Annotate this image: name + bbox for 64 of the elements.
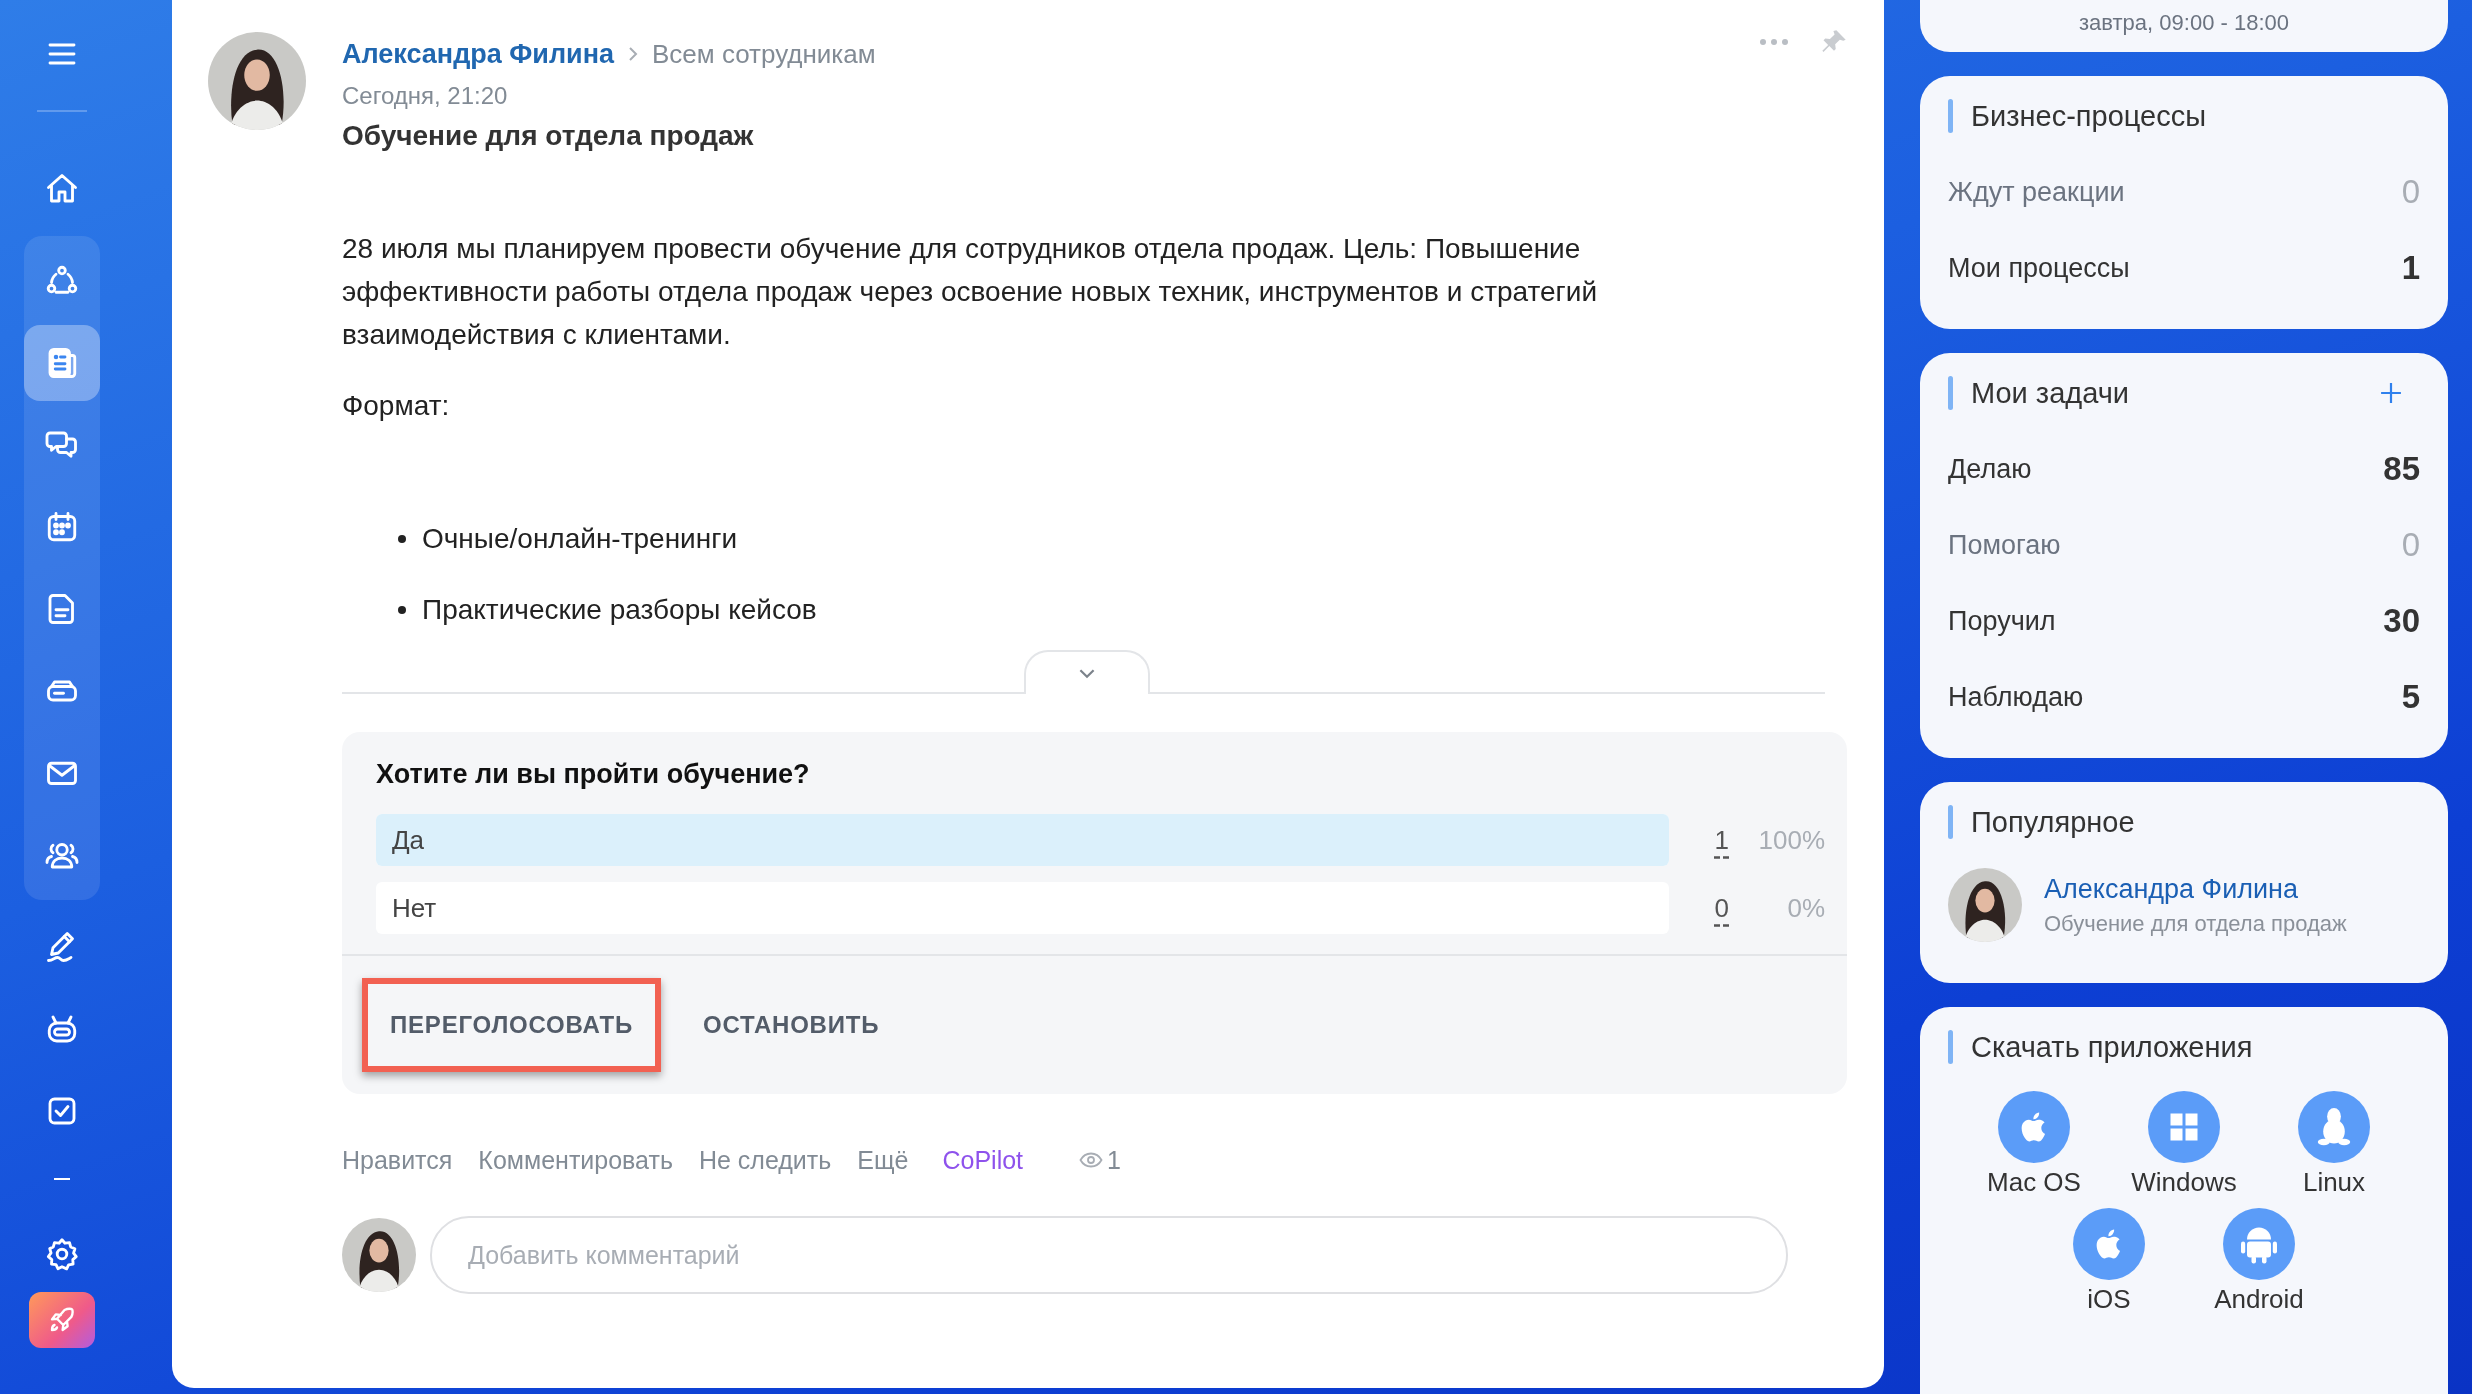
counter-label[interactable]: Поручил bbox=[1948, 605, 2056, 637]
counter-label[interactable]: Наблюдаю bbox=[1948, 681, 2084, 713]
poll-question: Хотите ли вы пройти обучение? bbox=[375, 758, 811, 791]
post-paragraph: 28 июля мы планируем провести обучение для сотрудников отдела продаж. Цель: Повышение эффективности работы отдела продаж через освоение новых техник, инструментов и стратегий взаимодействия с клиентами. bbox=[342, 232, 1599, 352]
counter-label[interactable]: Делаю bbox=[1948, 453, 2032, 485]
counter-label[interactable]: Помогаю bbox=[1948, 529, 2061, 561]
vote-count-link[interactable]: 0 bbox=[1669, 892, 1729, 924]
poll-option-label: Да bbox=[391, 824, 425, 856]
widget-title: Бизнес-процессы bbox=[1971, 99, 2208, 133]
title-marker bbox=[1948, 1030, 1953, 1064]
title-marker bbox=[1948, 376, 1953, 410]
chevron-right-icon bbox=[628, 46, 638, 62]
post-paragraph: Формат: bbox=[342, 389, 451, 423]
schedule-text: завтра, 09:00 - 18:00 bbox=[2079, 10, 2289, 35]
vote-percent: 100% bbox=[1757, 824, 1825, 856]
bullet-text: Очные/онлайн-тренинги bbox=[422, 522, 738, 555]
action-link[interactable]: Нравится bbox=[342, 1145, 453, 1175]
post-title: Обучение для отдела продаж bbox=[342, 120, 755, 152]
vote-percent: 0% bbox=[1786, 892, 1825, 924]
windows-icon[interactable] bbox=[2148, 1091, 2220, 1163]
app-label[interactable]: iOS bbox=[2087, 1284, 2131, 1315]
action-link[interactable]: Ещё bbox=[857, 1145, 909, 1175]
title-marker bbox=[1948, 99, 1953, 133]
widget-title: Популярное bbox=[1971, 805, 2136, 839]
app-label[interactable]: Windows bbox=[2131, 1167, 2237, 1198]
counter-value: 30 bbox=[2383, 602, 2420, 640]
bullet-text: Практические разборы кейсов bbox=[422, 593, 817, 626]
bullet-icon bbox=[398, 605, 406, 614]
poll-button[interactable]: ПЕРЕГОЛОСОВАТЬ bbox=[362, 978, 661, 1072]
settings-icon[interactable] bbox=[44, 1236, 80, 1272]
counter-label[interactable]: Ждут реакции bbox=[1948, 176, 2125, 208]
title-marker bbox=[1948, 805, 1953, 839]
counter-value: 5 bbox=[2401, 678, 2420, 716]
eye-icon bbox=[1079, 1152, 1104, 1168]
rocket-button[interactable] bbox=[29, 1292, 95, 1348]
comment-field[interactable]: Добавить комментарий bbox=[430, 1216, 1788, 1294]
post-time: Сегодня, 21:20 bbox=[342, 81, 509, 111]
action-link[interactable]: Комментировать bbox=[478, 1145, 673, 1175]
widget-title: Скачать приложения bbox=[1971, 1030, 2254, 1064]
apple-icon[interactable] bbox=[2073, 1208, 2145, 1280]
counter-label[interactable]: Мои процессы bbox=[1948, 252, 2130, 284]
bullet-icon bbox=[398, 534, 406, 543]
penguin-icon[interactable] bbox=[2298, 1091, 2370, 1163]
author-link[interactable]: Александра Филина bbox=[342, 38, 614, 70]
chevron-down-icon bbox=[1078, 667, 1096, 679]
poll-option-label: Нет bbox=[391, 892, 437, 924]
action-link[interactable]: CoPilot bbox=[942, 1145, 1024, 1175]
app-label[interactable]: Mac OS bbox=[1987, 1167, 2081, 1198]
audience-text: Всем сотрудникам bbox=[652, 38, 876, 70]
add-icon[interactable] bbox=[2380, 382, 2402, 404]
vote-count-link[interactable]: 1 bbox=[1669, 824, 1729, 856]
author-link[interactable]: Александра Филина bbox=[2044, 873, 2347, 905]
counter-value: 0 bbox=[2401, 173, 2420, 211]
news-icon[interactable] bbox=[24, 325, 100, 401]
widget-title: Мои задачи bbox=[1971, 376, 2130, 410]
counter-value: 0 bbox=[2401, 526, 2420, 564]
android-icon[interactable] bbox=[2223, 1208, 2295, 1280]
app-label[interactable]: Android bbox=[2214, 1284, 2304, 1315]
counter-value: 85 bbox=[2383, 450, 2420, 488]
counter-value: 1 bbox=[2401, 249, 2420, 287]
apple-icon[interactable] bbox=[1998, 1091, 2070, 1163]
action-link[interactable]: Не следить bbox=[698, 1145, 832, 1175]
view-count: 1 bbox=[1107, 1145, 1121, 1175]
app-label[interactable]: Linux bbox=[2302, 1167, 2366, 1198]
